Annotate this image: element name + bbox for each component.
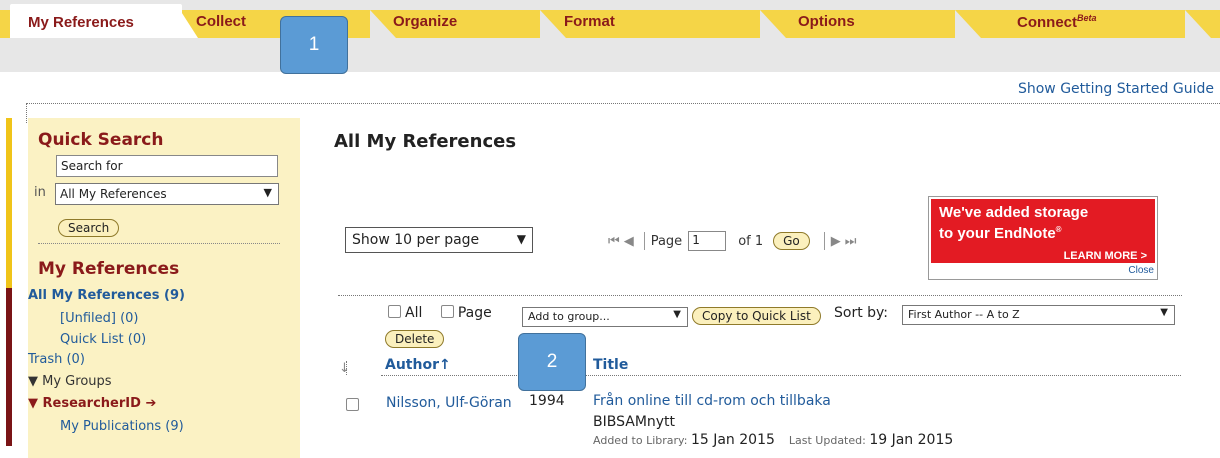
record-author-link[interactable]: Nilsson, Ulf-Göran xyxy=(386,393,516,413)
ad-close-link[interactable]: Close xyxy=(1128,265,1154,276)
tab-divider xyxy=(955,10,981,38)
pagination: ⏮ ◀ Page 1 of 1 Go ▶ ⏭ xyxy=(608,231,860,251)
tab-options[interactable]: Options xyxy=(798,13,855,30)
sidebar-item-researcherid[interactable]: ▼ ResearcherID ➔ xyxy=(28,396,156,411)
page-title: All My References xyxy=(334,131,517,152)
tab-format[interactable]: Format xyxy=(564,13,615,30)
author-column-label: Author xyxy=(385,357,439,373)
sort-by-select[interactable]: First Author -- A to Z ▼ xyxy=(902,305,1175,325)
delete-button[interactable]: Delete xyxy=(385,330,445,348)
sidebar-item-all-my-references[interactable]: All My References (9) xyxy=(28,288,185,303)
left-accent-bar xyxy=(6,288,12,446)
search-scope-select[interactable]: All My References ▼ xyxy=(55,183,279,205)
first-page-icon[interactable]: ⏮ xyxy=(608,234,620,249)
prev-page-icon[interactable]: ◀ xyxy=(624,234,634,249)
add-to-group-select[interactable]: Add to group... ▼ xyxy=(522,307,688,327)
beta-badge: Beta xyxy=(1077,13,1097,23)
record-checkbox[interactable] xyxy=(346,398,359,411)
record-title-link[interactable]: Från online till cd-rom och tillbaka xyxy=(593,393,831,409)
dropdown-arrow-icon: ▼ xyxy=(1160,307,1168,318)
getting-started-guide-link[interactable]: Show Getting Started Guide xyxy=(1018,81,1214,97)
main-tab-bar: My References Collect Organize Format Op… xyxy=(0,0,1220,72)
divider xyxy=(381,375,1181,376)
ad-banner[interactable]: We've added storage to your EndNote® LEA… xyxy=(931,199,1155,263)
dropdown-arrow-icon: ▼ xyxy=(263,186,272,199)
next-page-icon[interactable]: ▶ xyxy=(831,234,841,249)
tab-divider xyxy=(540,10,566,38)
tab-organize[interactable]: Organize xyxy=(393,13,457,30)
callout-marker-2: 2 xyxy=(518,333,586,391)
divider xyxy=(338,295,1182,296)
triangle-down-icon: ▼ xyxy=(28,396,43,411)
updated-label: Last Updated: xyxy=(788,434,866,447)
record-year: 1994 xyxy=(529,393,565,409)
page-label: Page xyxy=(650,233,683,249)
tab-connect-label: Connect xyxy=(1017,14,1077,31)
my-references-title: My References xyxy=(38,259,180,279)
page-of-label: of 1 xyxy=(738,233,764,249)
sort-by-value: First Author -- A to Z xyxy=(908,308,1020,321)
tab-divider xyxy=(760,10,786,38)
divider xyxy=(643,232,645,250)
added-label: Added to Library: xyxy=(593,434,688,447)
tab-divider xyxy=(1185,10,1211,38)
dropdown-arrow-icon: ▼ xyxy=(516,232,526,246)
author-column-header[interactable]: Author↑ xyxy=(385,357,451,373)
researcherid-label: ResearcherID xyxy=(42,396,141,411)
search-scope-value: All My References xyxy=(60,187,167,201)
ad-headline-2-text: to your EndNote xyxy=(939,225,1056,242)
per-page-value: Show 10 per page xyxy=(352,232,480,248)
per-page-select[interactable]: Show 10 per page ▼ xyxy=(345,227,533,253)
triangle-down-icon: ▼ xyxy=(28,374,43,389)
tab-my-references[interactable]: My References xyxy=(10,4,182,38)
left-accent-bar xyxy=(6,118,12,288)
sidebar: Quick Search Search for in All My Refere… xyxy=(28,118,300,458)
arrow-right-icon: ➔ xyxy=(140,396,157,411)
tab-collect[interactable]: Collect xyxy=(196,13,246,30)
add-to-group-value: Add to group... xyxy=(528,310,610,323)
ad-headline-2: to your EndNote® xyxy=(939,221,1147,242)
learn-more-link[interactable]: LEARN MORE > xyxy=(1064,250,1147,262)
down-arrow-icon: ↓ xyxy=(339,361,350,376)
sort-ascending-icon: ↑ xyxy=(438,357,451,373)
sidebar-item-unfiled[interactable]: [Unfiled] (0) xyxy=(60,311,139,326)
endnote-storage-ad[interactable]: We've added storage to your EndNote® LEA… xyxy=(928,196,1158,280)
title-column-header[interactable]: Title xyxy=(593,357,628,373)
sidebar-item-quick-list[interactable]: Quick List (0) xyxy=(60,332,146,347)
ad-headline-1: We've added storage xyxy=(939,204,1089,221)
sort-by-label: Sort by: xyxy=(834,305,889,321)
select-all-label: All xyxy=(405,305,423,321)
search-in-label: in xyxy=(34,185,46,200)
select-page-label: Page xyxy=(457,305,492,321)
sidebar-item-my-groups[interactable]: ▼ My Groups xyxy=(28,374,112,389)
sidebar-item-my-publications[interactable]: My Publications (9) xyxy=(60,419,184,434)
divider xyxy=(26,103,27,123)
search-input[interactable]: Search for xyxy=(56,155,278,177)
select-page-checkbox[interactable] xyxy=(440,305,454,318)
my-groups-label: My Groups xyxy=(42,374,112,389)
go-button[interactable]: Go xyxy=(773,232,810,250)
divider xyxy=(38,243,280,244)
tab-connect[interactable]: ConnectBeta xyxy=(1017,13,1097,31)
quick-search-title: Quick Search xyxy=(38,130,164,150)
record-source: BIBSAMnytt xyxy=(593,414,676,430)
callout-marker-1: 1 xyxy=(280,16,348,74)
page-number-input[interactable]: 1 xyxy=(688,231,727,251)
divider xyxy=(823,232,825,250)
copy-to-quick-list-button[interactable]: Copy to Quick List xyxy=(692,307,821,325)
select-all-controls: All Page xyxy=(388,305,492,321)
select-all-checkbox[interactable] xyxy=(388,305,401,318)
search-button[interactable]: Search xyxy=(58,219,120,237)
divider xyxy=(26,103,1220,104)
registered-mark: ® xyxy=(1055,225,1062,234)
dropdown-arrow-icon: ▼ xyxy=(673,309,681,320)
last-page-icon[interactable]: ⏭ xyxy=(845,234,857,249)
sidebar-item-trash[interactable]: Trash (0) xyxy=(28,352,85,367)
